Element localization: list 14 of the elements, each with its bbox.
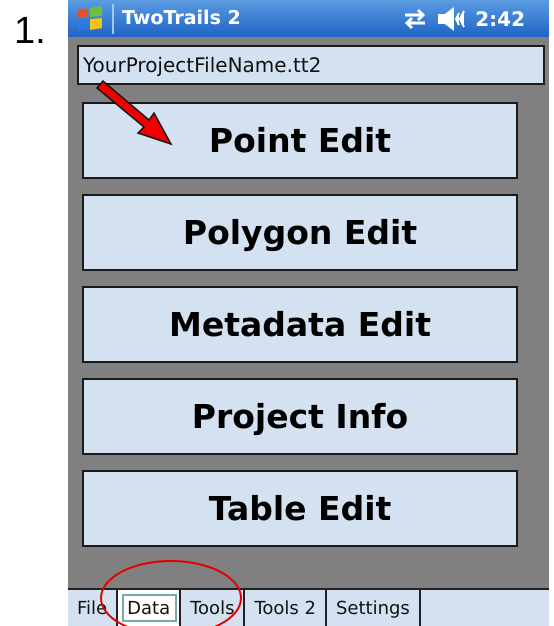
menu-button[interactable]: Polygon Edit (82, 194, 518, 271)
tab[interactable]: Tools 2 (245, 590, 327, 626)
window-title: TwoTrails 2 (122, 6, 242, 32)
step-number: 1. (14, 10, 46, 52)
windows-logo-icon (76, 4, 104, 32)
speaker-icon (437, 6, 468, 30)
clock: 2:42 (475, 6, 525, 32)
file-name-field[interactable]: YourProjectFileName.tt2 (77, 45, 545, 85)
menu-button[interactable]: Project Info (82, 378, 518, 455)
tab[interactable]: Tools (181, 590, 246, 626)
menu-button[interactable]: Metadata Edit (82, 286, 518, 363)
tab[interactable]: Settings (326, 590, 421, 626)
menu-button[interactable]: Point Edit (82, 102, 518, 179)
menu-button[interactable]: Table Edit (82, 470, 518, 547)
